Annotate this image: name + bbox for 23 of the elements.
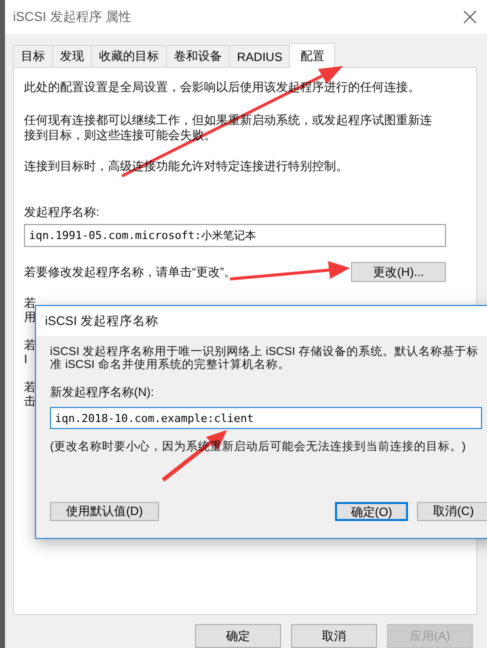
dialog-button[interactable]: 取消(C) bbox=[417, 502, 487, 521]
description-text: 用 bbox=[24, 310, 37, 324]
hint-text: 若要修改发起程序名称，请单击“更改”。 bbox=[24, 264, 236, 280]
dialog-title: iSCSI 发起程序名称 bbox=[45, 312, 158, 330]
dialog-button[interactable]: 使用默认值(D) bbox=[50, 502, 159, 521]
dialog-button[interactable]: 取消 bbox=[291, 624, 377, 648]
description-text: 若 bbox=[24, 296, 37, 310]
window-title: iSCSI 发起程序 属性 bbox=[13, 8, 132, 26]
description-text: I bbox=[24, 352, 28, 366]
dialog-button[interactable]: 确定(O) bbox=[335, 502, 408, 521]
description-text: 击 bbox=[24, 394, 37, 408]
description-text: 若 bbox=[24, 338, 37, 352]
tab[interactable]: 目标 bbox=[13, 45, 53, 67]
description-text: iSCSI 发起程序名称用于唯一识别网络上 iSCSI 存储设备的系统。默认名称基于标准 iSCSI 命名并使用系统的完整计算机名称。 bbox=[50, 346, 480, 372]
description-text: 若 bbox=[24, 380, 37, 394]
dialog-button[interactable]: 确定 bbox=[195, 624, 281, 648]
field-label: 发起程序名称: bbox=[24, 204, 100, 221]
initiator-name-field[interactable]: iqn.1991-05.com.microsoft:小米笔记本 bbox=[24, 224, 446, 247]
close-icon[interactable] bbox=[463, 10, 477, 24]
tab[interactable]: 配置 bbox=[289, 43, 336, 68]
new-name-field[interactable]: iqn.2018-10.com.example:client bbox=[50, 407, 482, 429]
change-button[interactable]: 更改(H)... bbox=[351, 262, 446, 282]
field-label: 新发起程序名称(N): bbox=[50, 384, 155, 401]
